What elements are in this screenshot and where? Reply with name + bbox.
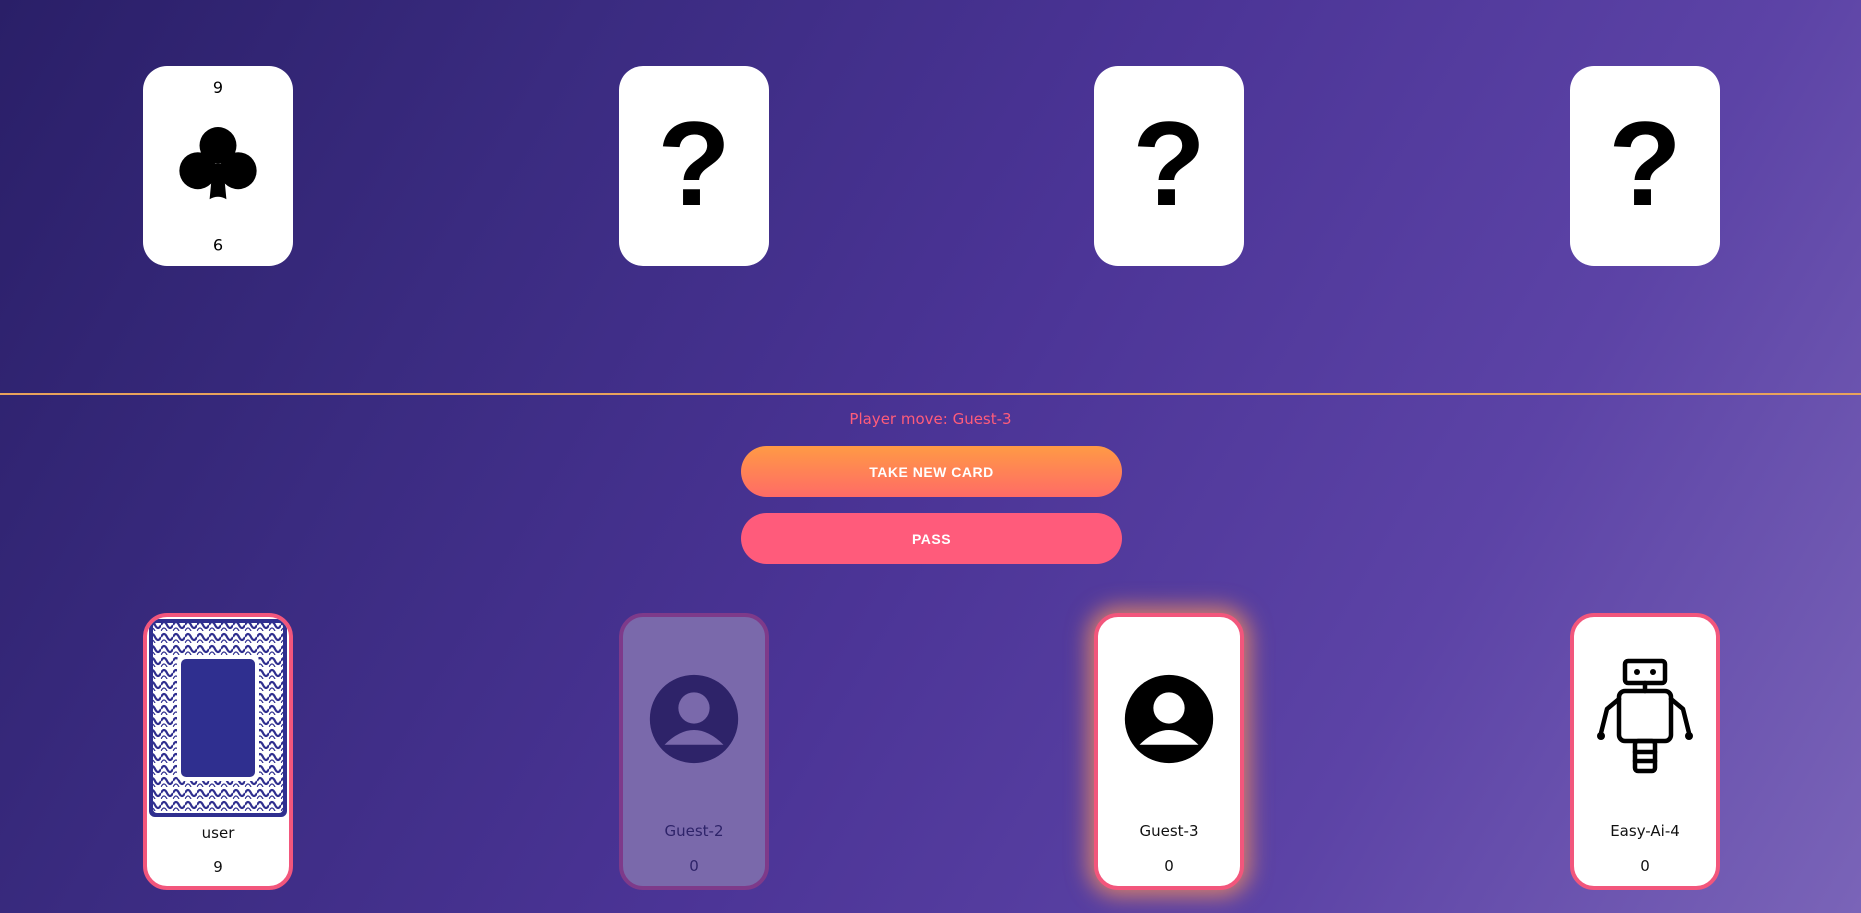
player-move-status: Player move: Guest-3 [849,410,1012,428]
card-rank-top: 9 [212,78,224,97]
player-card-user[interactable]: user 9 [143,613,293,890]
table-card-3[interactable]: ? [1094,66,1244,266]
unknown-card-icon: ? [657,97,731,231]
club-suit-icon [143,122,293,210]
person-icon [1098,673,1240,769]
take-new-card-button[interactable]: TAKE NEW CARD [741,446,1122,497]
player-name: user [201,824,235,842]
player-score: 0 [1640,857,1650,875]
robot-icon [1574,657,1716,781]
player-score: 0 [1164,857,1174,875]
unknown-card-icon: ? [1608,97,1682,231]
card-back-icon [149,619,287,817]
table-divider [0,393,1861,395]
player-score: 0 [689,857,699,875]
player-card-guest-2[interactable]: Guest-2 0 [619,613,769,890]
table-card-2[interactable]: ? [619,66,769,266]
pass-button[interactable]: PASS [741,513,1122,564]
player-score: 9 [213,858,223,876]
table-area: 9 9 ? ? ? [0,0,1861,394]
player-card-easy-ai-4[interactable]: Easy-Ai-4 0 [1570,613,1720,890]
player-name: Guest-2 [664,822,724,840]
player-name: Guest-3 [1139,822,1199,840]
person-icon [623,673,765,769]
card-rank-bottom: 9 [212,235,224,254]
table-card-4[interactable]: ? [1570,66,1720,266]
player-card-guest-3[interactable]: Guest-3 0 [1094,613,1244,890]
unknown-card-icon: ? [1132,97,1206,231]
table-card-1[interactable]: 9 9 [143,66,293,266]
player-name: Easy-Ai-4 [1610,822,1680,840]
